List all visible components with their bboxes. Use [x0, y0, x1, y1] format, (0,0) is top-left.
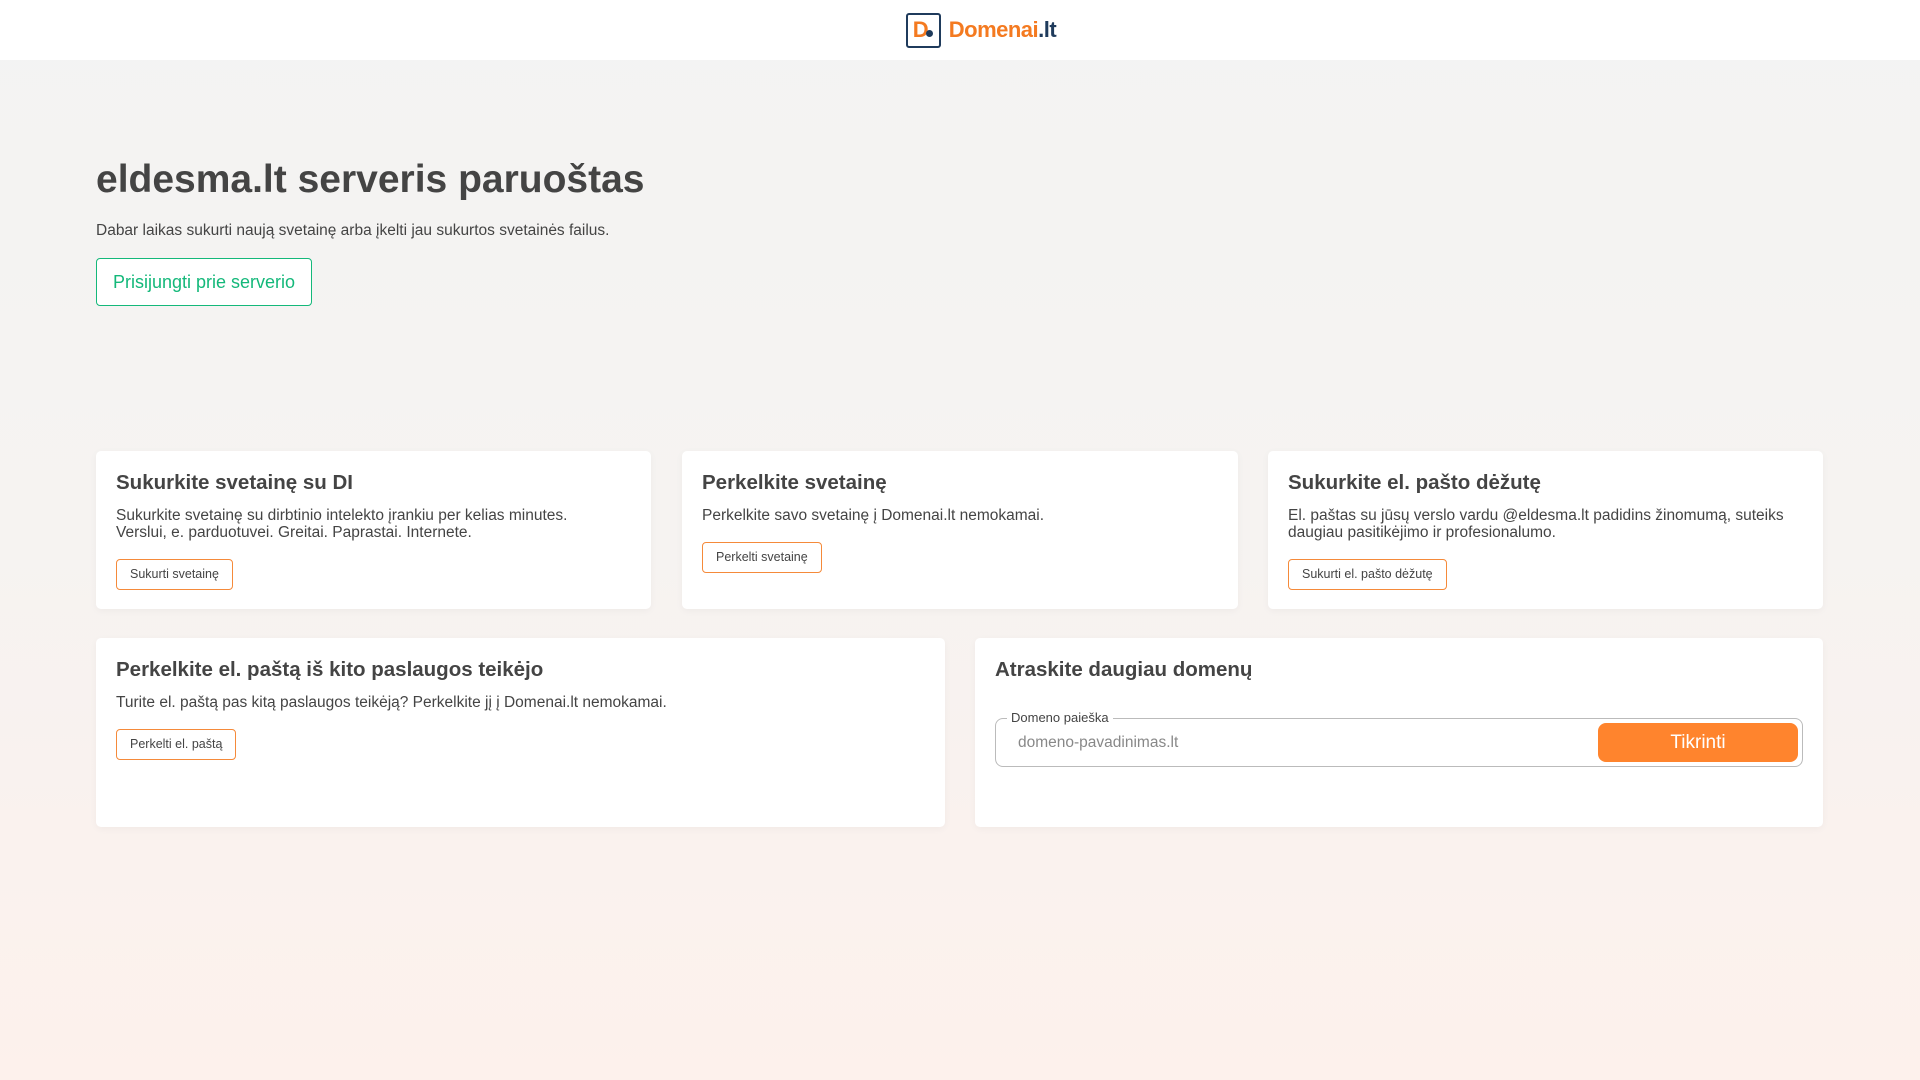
transfer-website-button[interactable]: Perkelti svetainę [702, 542, 822, 573]
card-text: Turite el. paštą pas kitą paslaugos teik… [116, 694, 667, 711]
connect-server-button[interactable]: Prisijungti prie serverio [96, 258, 313, 306]
hero: eldesma.lt serveris paruoštas Dabar laik… [96, 158, 644, 306]
logo-text-main: Domenai [948, 17, 1039, 42]
create-website-button[interactable]: Sukurti svetainę [116, 559, 233, 590]
header: D Domenai.lt [0, 0, 1920, 60]
card-text-2: Verslui, e. parduotuvei. Greitai. Papras… [116, 524, 472, 541]
card-title: Atraskite daugiau domenų [995, 658, 1253, 681]
logo-text-tld: .lt [1038, 17, 1057, 42]
card-text: Perkelkite savo svetainę į Domenai.lt ne… [702, 507, 1045, 524]
domain-search-label: Domeno paieška [1007, 710, 1113, 725]
card-title: Sukurkite el. pašto dėžutę [1288, 471, 1541, 494]
logo-text: Domenai.lt [948, 17, 1057, 43]
domain-search-field: Domeno paieška Tikrinti [995, 710, 1803, 767]
domain-search-input[interactable] [996, 733, 1598, 752]
card-create-website-ai: Sukurkite svetainę su DI Sukurkite sveta… [96, 451, 651, 609]
card-domain-search: Atraskite daugiau domenų Domeno paieška … [975, 638, 1823, 827]
card-transfer-email: Perkelkite el. paštą iš kito paslaugos t… [96, 638, 945, 827]
logo-icon: D [905, 12, 941, 48]
card-create-mailbox: Sukurkite el. pašto dėžutę El. paštas su… [1268, 451, 1823, 609]
card-text: El. paštas su jūsų verslo vardu @eldesma… [1288, 507, 1784, 541]
card-title: Sukurkite svetainę su DI [116, 471, 353, 494]
create-mailbox-button[interactable]: Sukurti el. pašto dėžutę [1288, 559, 1447, 590]
card-text: Sukurkite svetainę su dirbtinio intelekt… [116, 507, 568, 524]
page-title: eldesma.lt serveris paruoštas [96, 158, 645, 201]
hero-subtitle: Dabar laikas sukurti naują svetainę arba… [96, 222, 610, 239]
transfer-email-button[interactable]: Perkelti el. paštą [116, 729, 237, 760]
card-title: Perkelkite svetainę [702, 471, 887, 494]
card-title: Perkelkite el. paštą iš kito paslaugos t… [116, 658, 544, 681]
card-transfer-website: Perkelkite svetainę Perkelkite savo svet… [682, 451, 1238, 609]
check-domain-button[interactable]: Tikrinti [1598, 723, 1798, 762]
domenai-logo[interactable]: D Domenai.lt [905, 12, 1057, 48]
